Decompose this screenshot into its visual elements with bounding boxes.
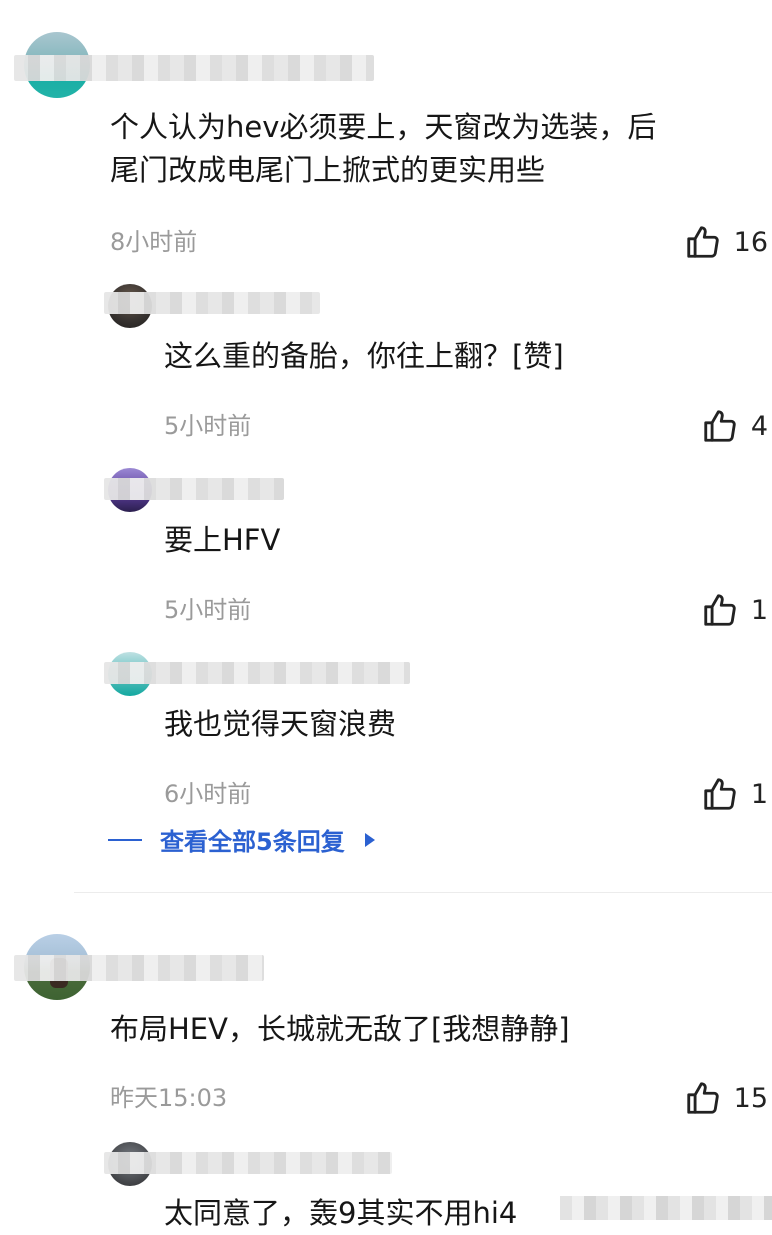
like-button[interactable]: 1 [701,591,768,629]
reply-text: 太同意了，轰9其实不用hi4 [164,1196,518,1230]
reply-time: 5小时前 [164,412,252,440]
blurred-content [560,1196,772,1220]
reply-time: 5小时前 [164,596,252,624]
like-button[interactable]: 4 [701,407,768,445]
reply-text: 要上HFV [164,523,281,557]
username-blurred[interactable] [104,662,410,684]
like-count: 1 [750,778,768,810]
reply-time: 6小时前 [164,780,252,808]
like-button[interactable]: 15 [684,1079,768,1117]
username-blurred[interactable] [14,955,264,981]
username-blurred[interactable] [104,478,284,500]
view-all-replies-label: 查看全部5条回复 [160,828,345,856]
username-blurred[interactable] [14,55,374,81]
thumbs-up-icon [701,407,739,445]
username-blurred[interactable] [104,292,320,314]
like-button[interactable]: 16 [684,223,768,261]
comment-time: 昨天15:03 [110,1084,228,1112]
like-count: 4 [750,410,768,442]
username-blurred[interactable] [104,1152,392,1174]
like-count: 15 [733,1082,768,1114]
comment-text: 布局HEV，长城就无敌了[我想静静] [110,1012,570,1046]
view-all-replies-link[interactable]: 查看全部5条回复 [108,822,375,857]
reply-text: 我也觉得天窗浪费 [164,707,397,741]
triangle-right-icon [364,832,375,847]
thumbs-up-icon [684,223,722,261]
comment-divider [74,892,772,893]
divider-dash [108,838,142,841]
like-count: 16 [733,226,768,258]
thumbs-up-icon [701,775,739,813]
reply-text: 这么重的备胎，你往上翻？[赞] [164,339,564,373]
comment-time: 8小时前 [110,228,198,256]
thumbs-up-icon [684,1079,722,1117]
comment-text: 个人认为hev必须要上，天窗改为选装，后 尾门改成电尾门上掀式的更实用些 [110,110,657,187]
like-count: 1 [750,594,768,626]
like-button[interactable]: 1 [701,775,768,813]
thumbs-up-icon [701,591,739,629]
